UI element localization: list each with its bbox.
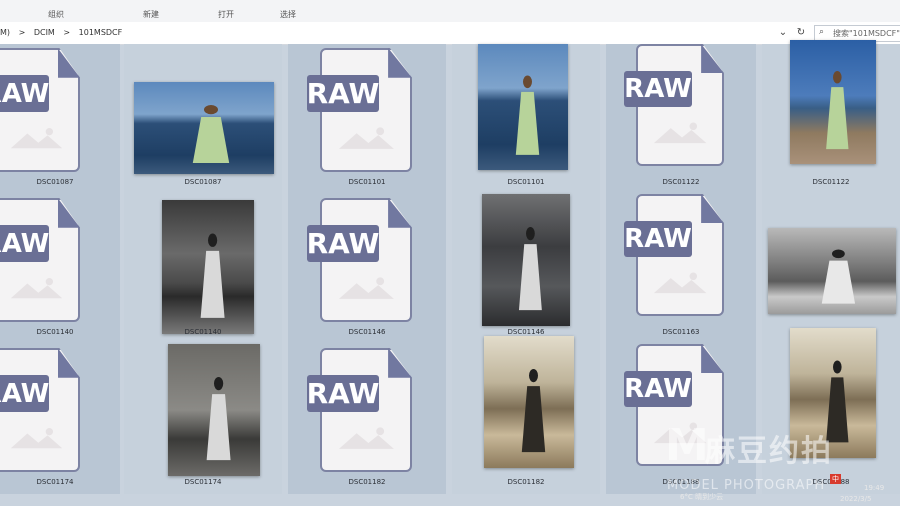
photo-thumbnail [134,82,274,174]
file-item[interactable]: RAW DSC01101 [288,44,446,194]
file-name-label: DSC01140 [36,328,74,336]
raw-badge: RAW [307,375,379,413]
raw-badge: RAW [0,225,49,263]
raw-file-icon: RAW [623,194,724,316]
file-item[interactable]: DSC01146 [452,194,600,344]
photo-thumbnail [484,336,574,468]
image-placeholder-icon [338,427,394,450]
file-name-label: DSC01101 [348,178,386,186]
file-item[interactable]: DSC01174 [124,344,282,494]
photo-thumbnail [168,344,260,476]
dropdown-icon[interactable]: ⌄ [776,26,790,40]
file-item[interactable]: RAW DSC01122 [606,44,756,194]
raw-badge: RAW [307,75,379,113]
file-name-label: DSC01174 [184,478,222,486]
file-item[interactable]: RAW DSC01163 [606,194,756,344]
address-bar-row: M) > DCIM > 101MSDCF ⌄ ↻ ⌕ 搜索"101MSDCF" [0,22,900,45]
photo-thumbnail [768,228,896,314]
file-name-label: DSC01140 [184,328,222,336]
person-figure [192,105,230,163]
file-item[interactable]: RAW DSC01087 [0,44,120,194]
breadcrumb-segment[interactable]: M) [0,28,10,37]
raw-file-icon: RAW [307,198,412,322]
raw-badge: RAW [307,225,379,263]
ribbon-group-new[interactable]: 新建 [143,9,159,20]
file-name-label: DSC01146 [507,328,545,336]
file-name-label: DSC01087 [184,178,222,186]
clock-time[interactable]: 19:49 [864,484,884,492]
ribbon-group-open[interactable]: 打开 [218,9,234,20]
person-figure [821,249,856,304]
file-name-label: DSC01122 [662,178,700,186]
raw-badge: RAW [623,70,693,108]
image-placeholder-icon [653,272,707,294]
raw-file-icon: RAW [307,348,412,472]
file-name-label: DSC01182 [348,478,386,486]
ime-indicator[interactable]: 中 [830,474,841,484]
photo-thumbnail [790,40,876,164]
image-placeholder-icon [11,128,63,149]
person-figure [515,75,540,155]
person-figure [521,369,546,453]
file-name-label: DSC01087 [36,178,74,186]
raw-badge: RAW [623,220,693,258]
person-figure [206,377,231,461]
taskbar-tray: 6°C 晴到少云 中 19:49 2022/3/5 [640,468,900,506]
file-item[interactable]: DSC01182 [452,336,600,494]
image-placeholder-icon [338,127,394,150]
raw-file-icon: RAW [0,48,80,172]
raw-badge: RAW [0,75,49,113]
file-item[interactable]: RAW DSC01146 [288,194,446,344]
file-item[interactable]: RAW DSC01182 [288,344,446,494]
weather-text[interactable]: 6°C 晴到少云 [680,492,723,502]
person-figure [200,233,225,318]
raw-file-icon: RAW [623,44,724,166]
file-item[interactable]: DSC01087 [124,44,282,194]
file-item[interactable]: DSC01122 [762,40,900,194]
search-icon: ⌕ [819,27,825,37]
file-name-label: DSC01174 [36,478,74,486]
breadcrumb[interactable]: M) > DCIM > 101MSDCF [0,26,128,40]
clock-date[interactable]: 2022/3/5 [840,495,871,503]
photo-thumbnail [162,200,254,334]
raw-badge: RAW [623,370,693,408]
file-item[interactable]: DSC01163 [762,194,900,344]
breadcrumb-segment-dcim[interactable]: DCIM [34,28,55,37]
file-name-label: DSC01101 [507,178,545,186]
photo-thumbnail [478,44,568,170]
ribbon-group-select[interactable]: 选择 [280,9,296,20]
file-explorer-window: 组织 新建 打开 选择 M) > DCIM > 101MSDCF ⌄ ↻ ⌕ 搜… [0,0,900,506]
file-name-label: DSC01122 [812,178,850,186]
file-item[interactable]: RAW DSC01140 [0,194,120,344]
file-name-label: DSC01182 [507,478,545,486]
watermark-chinese-text: 麻豆约拍 [705,434,833,469]
image-placeholder-icon [653,122,707,144]
ribbon-toolbar: 组织 新建 打开 选择 [0,0,900,23]
search-placeholder: 搜索"101MSDCF" [833,29,900,38]
raw-badge: RAW [0,375,49,413]
person-figure [518,227,542,311]
file-name-label: DSC01163 [662,328,700,336]
person-figure [826,71,849,150]
breadcrumb-separator: > [63,28,71,37]
breadcrumb-separator: > [18,28,26,37]
raw-file-icon: RAW [0,348,80,472]
ribbon-group-organize[interactable]: 组织 [48,9,64,20]
watermark-logo: M [665,420,709,471]
image-placeholder-icon [11,278,63,299]
file-item[interactable]: DSC01140 [124,194,282,344]
file-name-label: DSC01146 [348,328,386,336]
breadcrumb-segment-101msdcf[interactable]: 101MSDCF [79,28,123,37]
image-placeholder-icon [11,428,63,449]
refresh-icon[interactable]: ↻ [794,26,808,40]
raw-file-icon: RAW [307,48,412,172]
raw-file-icon: RAW [0,198,80,322]
file-item[interactable]: DSC01101 [452,44,600,194]
image-placeholder-icon [338,277,394,300]
photo-thumbnail [482,194,570,326]
file-item[interactable]: RAW DSC01174 [0,344,120,494]
